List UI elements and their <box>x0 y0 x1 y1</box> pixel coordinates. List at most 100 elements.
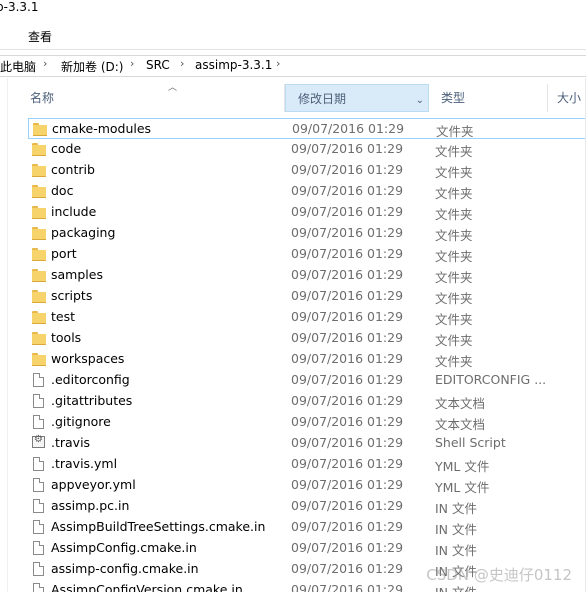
file-date-modified: 09/07/2016 01:29 <box>291 309 404 324</box>
file-date-modified: 09/07/2016 01:29 <box>291 330 404 345</box>
ribbon: 查看 <box>0 20 586 50</box>
file-type: 文件夹 <box>435 249 473 264</box>
table-row[interactable]: code 09/07/2016 01:29 文件夹 <box>28 139 586 160</box>
table-row[interactable]: workspaces 09/07/2016 01:29 文件夹 <box>28 349 586 370</box>
table-row[interactable]: .editorconfig 09/07/2016 01:29 EDITORCONFI… <box>28 370 586 391</box>
column-date-label: 修改日期 <box>298 92 347 106</box>
folder-icon <box>32 206 46 219</box>
table-row[interactable]: AssimpBuildTreeSettings.cmake.in 09/07/20… <box>28 517 586 538</box>
column-type-label: 类型 <box>441 91 466 105</box>
file-icon <box>33 415 44 429</box>
table-row[interactable]: include 09/07/2016 01:29 文件夹 <box>28 202 586 223</box>
window-title: p-3.3.1 <box>0 0 39 14</box>
folder-icon <box>32 311 46 324</box>
table-row[interactable]: test 09/07/2016 01:29 文件夹 <box>28 307 586 328</box>
column-type[interactable]: 类型 <box>429 84 547 112</box>
file-type: 文件夹 <box>435 291 473 306</box>
table-row[interactable]: appveyor.yml 09/07/2016 01:29 YML 文件 <box>28 475 586 496</box>
file-name[interactable]: samples <box>51 267 103 282</box>
table-row[interactable]: samples 09/07/2016 01:29 文件夹 <box>28 265 586 286</box>
file-name[interactable]: include <box>51 204 96 219</box>
file-name[interactable]: AssimpConfigVersion.cmake.in <box>51 582 243 592</box>
file-name[interactable]: contrib <box>51 162 95 177</box>
file-type: Shell Script <box>435 435 506 450</box>
file-date-modified: 09/07/2016 01:29 <box>291 225 404 240</box>
column-size[interactable]: 大小 <box>545 84 586 112</box>
file-name[interactable]: scripts <box>51 288 92 303</box>
file-type: IN 文件 <box>435 543 478 558</box>
file-type: IN 文件 <box>435 522 478 537</box>
file-icon <box>33 394 44 408</box>
folder-icon <box>32 164 46 177</box>
file-name[interactable]: .editorconfig <box>51 372 130 387</box>
folder-icon <box>32 353 46 366</box>
file-icon <box>33 520 44 534</box>
file-date-modified: 09/07/2016 01:29 <box>291 162 404 177</box>
chevron-down-icon[interactable]: ⌄ <box>416 87 424 115</box>
file-name[interactable]: tools <box>51 330 81 345</box>
file-name[interactable]: doc <box>51 183 73 198</box>
table-row[interactable]: AssimpConfig.cmake.in 09/07/2016 01:29 IN … <box>28 538 586 559</box>
table-row[interactable]: packaging 09/07/2016 01:29 文件夹 <box>28 223 586 244</box>
watermark: CSDN @史迪仔0112 <box>426 566 572 584</box>
breadcrumb-separator[interactable]: › <box>43 57 47 70</box>
file-date-modified: 09/07/2016 01:29 <box>291 582 404 592</box>
file-name[interactable]: cmake-modules <box>52 121 151 136</box>
table-row[interactable]: doc 09/07/2016 01:29 文件夹 <box>28 181 586 202</box>
file-icon <box>33 457 44 471</box>
file-type: YML 文件 <box>435 459 490 474</box>
file-type: 文件夹 <box>435 207 473 222</box>
file-name[interactable]: AssimpBuildTreeSettings.cmake.in <box>51 519 265 534</box>
breadcrumb-separator[interactable]: › <box>130 57 134 70</box>
file-name[interactable]: port <box>51 246 77 261</box>
folder-icon <box>32 269 46 282</box>
breadcrumb-this-pc[interactable]: 此电脑 <box>0 58 36 75</box>
breadcrumb-separator[interactable]: › <box>276 57 280 70</box>
table-row[interactable]: cmake-modules 09/07/2016 01:29 文件夹 <box>28 118 586 139</box>
table-row[interactable]: tools 09/07/2016 01:29 文件夹 <box>28 328 586 349</box>
file-date-modified: 09/07/2016 01:29 <box>292 121 405 136</box>
column-name[interactable]: 名称 <box>18 84 284 112</box>
column-size-label: 大小 <box>557 91 582 105</box>
file-type: 文件夹 <box>435 165 473 180</box>
file-date-modified: 09/07/2016 01:29 <box>291 414 404 429</box>
tab-view[interactable]: 查看 <box>28 28 52 45</box>
table-row[interactable]: .travis.yml 09/07/2016 01:29 YML 文件 <box>28 454 586 475</box>
file-name[interactable]: .gitattributes <box>51 393 132 408</box>
file-icon <box>33 373 44 387</box>
file-name[interactable]: .travis.yml <box>51 456 117 471</box>
file-type: 文本文档 <box>435 417 486 432</box>
table-row[interactable]: .gitattributes 09/07/2016 01:29 文本文档 <box>28 391 586 412</box>
file-type: 文件夹 <box>435 186 473 201</box>
table-row[interactable]: .gitignore 09/07/2016 01:29 文本文档 <box>28 412 586 433</box>
file-name[interactable]: AssimpConfig.cmake.in <box>51 540 197 555</box>
file-date-modified: 09/07/2016 01:29 <box>291 267 404 282</box>
file-date-modified: 09/07/2016 01:29 <box>291 498 404 513</box>
breadcrumb-drive[interactable]: 新加卷 (D:) <box>61 58 123 75</box>
file-name[interactable]: assimp-config.cmake.in <box>51 561 199 576</box>
table-row[interactable]: port 09/07/2016 01:29 文件夹 <box>28 244 586 265</box>
file-name[interactable]: workspaces <box>51 351 124 366</box>
breadcrumb-separator[interactable]: › <box>180 57 184 70</box>
breadcrumb-src[interactable]: SRC <box>146 58 170 72</box>
file-icon <box>33 478 44 492</box>
table-row[interactable]: scripts 09/07/2016 01:29 文件夹 <box>28 286 586 307</box>
column-date-modified[interactable]: 修改日期 ⌄ <box>285 84 429 112</box>
navigation-pane-edge <box>0 78 8 592</box>
file-date-modified: 09/07/2016 01:29 <box>291 519 404 534</box>
file-name[interactable]: packaging <box>51 225 115 240</box>
breadcrumb-assimp[interactable]: assimp-3.3.1 <box>195 58 272 72</box>
file-name[interactable]: .gitignore <box>51 414 111 429</box>
address-bar[interactable]: 此电脑 › 新加卷 (D:) › SRC › assimp-3.3.1 › <box>0 55 586 77</box>
file-name[interactable]: code <box>51 141 81 156</box>
file-date-modified: 09/07/2016 01:29 <box>291 351 404 366</box>
table-row[interactable]: assimp.pc.in 09/07/2016 01:29 IN 文件 <box>28 496 586 517</box>
folder-icon <box>32 227 46 240</box>
table-row[interactable]: contrib 09/07/2016 01:29 文件夹 <box>28 160 586 181</box>
file-icon <box>33 541 44 555</box>
file-name[interactable]: assimp.pc.in <box>51 498 129 513</box>
file-name[interactable]: test <box>51 309 75 324</box>
file-name[interactable]: .travis <box>51 435 90 450</box>
file-name[interactable]: appveyor.yml <box>51 477 136 492</box>
table-row[interactable]: .travis 09/07/2016 01:29 Shell Script <box>28 433 586 454</box>
